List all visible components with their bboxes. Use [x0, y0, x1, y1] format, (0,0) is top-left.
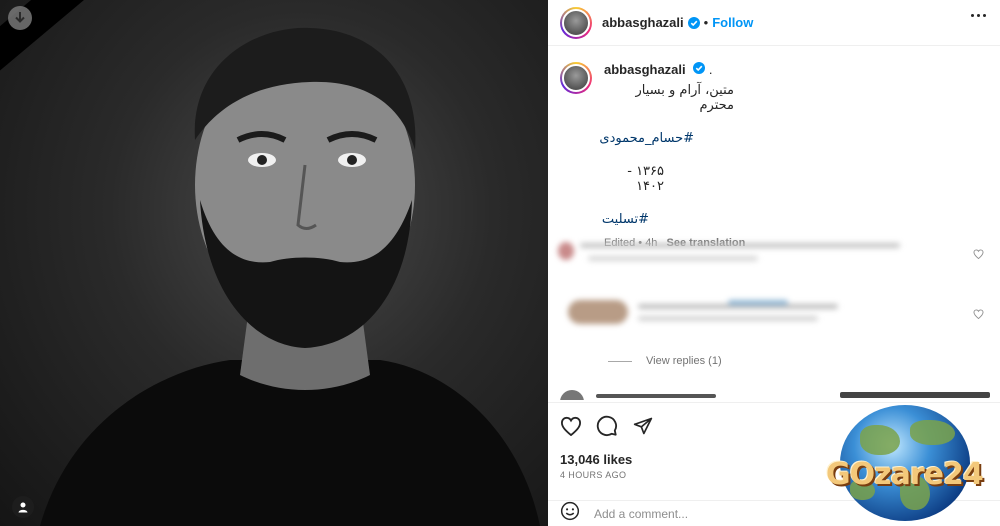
heart-icon[interactable]: [558, 413, 584, 439]
view-replies-button[interactable]: View replies (1): [608, 355, 722, 367]
verified-icon: [693, 62, 706, 74]
blurred-comment: [558, 238, 988, 268]
portrait-image: [0, 0, 548, 526]
user-tag-button[interactable]: [12, 496, 34, 518]
dot-separator: •: [703, 15, 709, 30]
post-timestamp: 4 HOURS AGO: [560, 470, 627, 480]
verified-icon: [687, 16, 700, 29]
comment-like-icon[interactable]: [973, 306, 984, 324]
partially-hidden-comment: [560, 388, 990, 400]
caption-text: متین، آرام و بسیار محترم: [635, 83, 734, 113]
more-options-icon[interactable]: [971, 14, 986, 17]
caption-avatar[interactable]: [560, 62, 592, 94]
comment-like-icon[interactable]: [973, 246, 984, 264]
download-icon: [15, 12, 25, 23]
download-button[interactable]: [8, 6, 32, 30]
watermark-text: GOzare24: [826, 457, 984, 492]
replies-divider-line: [608, 360, 632, 362]
view-replies-label: View replies (1): [646, 355, 722, 367]
comment-icon[interactable]: [594, 413, 620, 439]
post-photo[interactable]: [0, 0, 548, 526]
user-tag-icon: [18, 502, 28, 513]
caption-username[interactable]: abbasghazali: [604, 62, 686, 77]
hashtag-link[interactable]: #تسلیت: [602, 212, 649, 227]
header-avatar[interactable]: [560, 6, 592, 39]
caption-years: ۱۳۶۵ - ۱۴۰۲: [627, 164, 664, 194]
watermark-logo: GOzare24: [818, 405, 993, 523]
portrait-illustration: [40, 27, 540, 526]
comment-input[interactable]: Add a comment...: [594, 507, 688, 521]
blurred-comment: [558, 298, 988, 328]
hashtag-link[interactable]: #حسام_محمودی: [599, 131, 694, 146]
emoji-icon[interactable]: [560, 501, 580, 526]
share-icon[interactable]: [630, 413, 656, 439]
follow-button[interactable]: Follow: [712, 15, 753, 30]
likes-count[interactable]: 13,046 likes: [560, 452, 632, 467]
caption-suffix: .: [708, 62, 713, 77]
caption: abbasghazali . متین، آرام و بسیار محترم …: [560, 62, 990, 249]
header-username[interactable]: abbasghazali: [602, 15, 684, 30]
post-header: abbasghazali • Follow: [548, 0, 1000, 46]
